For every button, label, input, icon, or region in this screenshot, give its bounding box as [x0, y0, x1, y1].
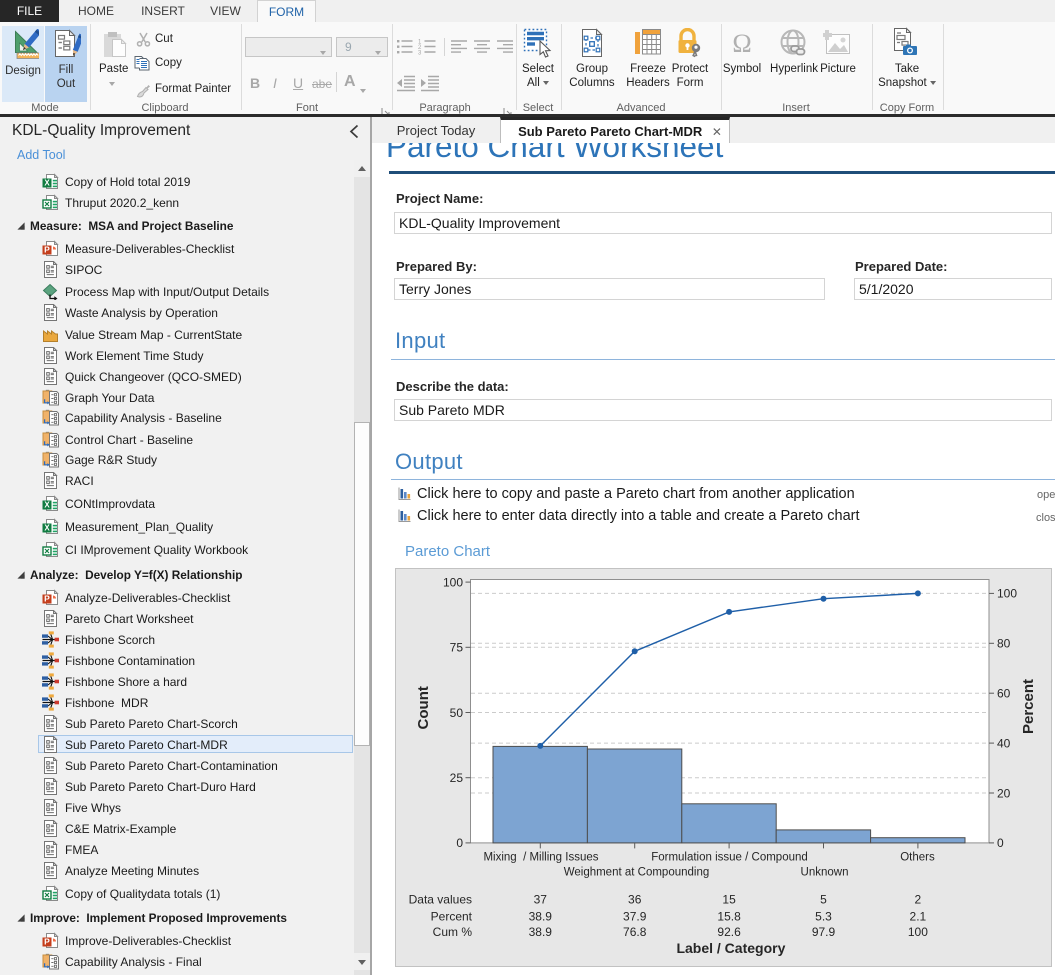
svg-text:38.9: 38.9 [529, 925, 553, 939]
svg-text:37.9: 37.9 [623, 909, 647, 923]
svg-text:Weighment at Compounding: Weighment at Compounding [564, 867, 710, 879]
svg-text:37: 37 [534, 892, 548, 906]
svg-text:Unknown: Unknown [801, 867, 849, 879]
svg-text:Cum %: Cum % [433, 925, 473, 939]
svg-text:80: 80 [997, 637, 1011, 651]
svg-text:Others: Others [900, 852, 935, 864]
svg-text:36: 36 [628, 892, 642, 906]
svg-text:Label / Category: Label / Category [676, 940, 785, 956]
svg-text:100: 100 [908, 925, 928, 939]
svg-text:P: P [44, 594, 50, 604]
svg-text:2: 2 [915, 892, 922, 906]
svg-text:X: X [44, 524, 50, 533]
svg-text:X: X [44, 501, 50, 510]
svg-text:2.1: 2.1 [910, 909, 927, 923]
svg-text:97.9: 97.9 [812, 925, 836, 939]
svg-text:100: 100 [443, 575, 463, 589]
svg-text:5.3: 5.3 [815, 909, 832, 923]
svg-text:15: 15 [722, 892, 736, 906]
svg-text:3: 3 [418, 51, 422, 57]
svg-text:Formulation issue / Compound: Formulation issue / Compound [651, 852, 808, 864]
svg-text:75: 75 [450, 641, 464, 655]
svg-text:76.8: 76.8 [623, 925, 647, 939]
svg-text:P: P [44, 245, 50, 255]
svg-text:100: 100 [997, 587, 1017, 601]
svg-text:Count: Count [415, 686, 432, 729]
svg-text:0: 0 [997, 836, 1004, 850]
svg-text:92.6: 92.6 [717, 925, 741, 939]
svg-text:P: P [44, 937, 50, 947]
svg-text:50: 50 [450, 706, 464, 720]
svg-text:Ω: Ω [732, 29, 751, 58]
svg-text:Percent: Percent [1020, 679, 1037, 734]
svg-text:0: 0 [456, 836, 463, 850]
svg-text:5: 5 [820, 892, 827, 906]
svg-text:Percent: Percent [431, 909, 473, 923]
svg-text:20: 20 [997, 786, 1011, 800]
svg-text:Data values: Data values [409, 892, 472, 906]
svg-text:40: 40 [997, 736, 1011, 750]
svg-text:15.8: 15.8 [717, 909, 741, 923]
svg-text:Mixing / Milling Issues: Mixing / Milling Issues [483, 852, 598, 864]
svg-text:60: 60 [997, 687, 1011, 701]
svg-text:38.9: 38.9 [529, 909, 553, 923]
svg-text:X: X [44, 179, 50, 188]
svg-text:25: 25 [450, 771, 464, 785]
